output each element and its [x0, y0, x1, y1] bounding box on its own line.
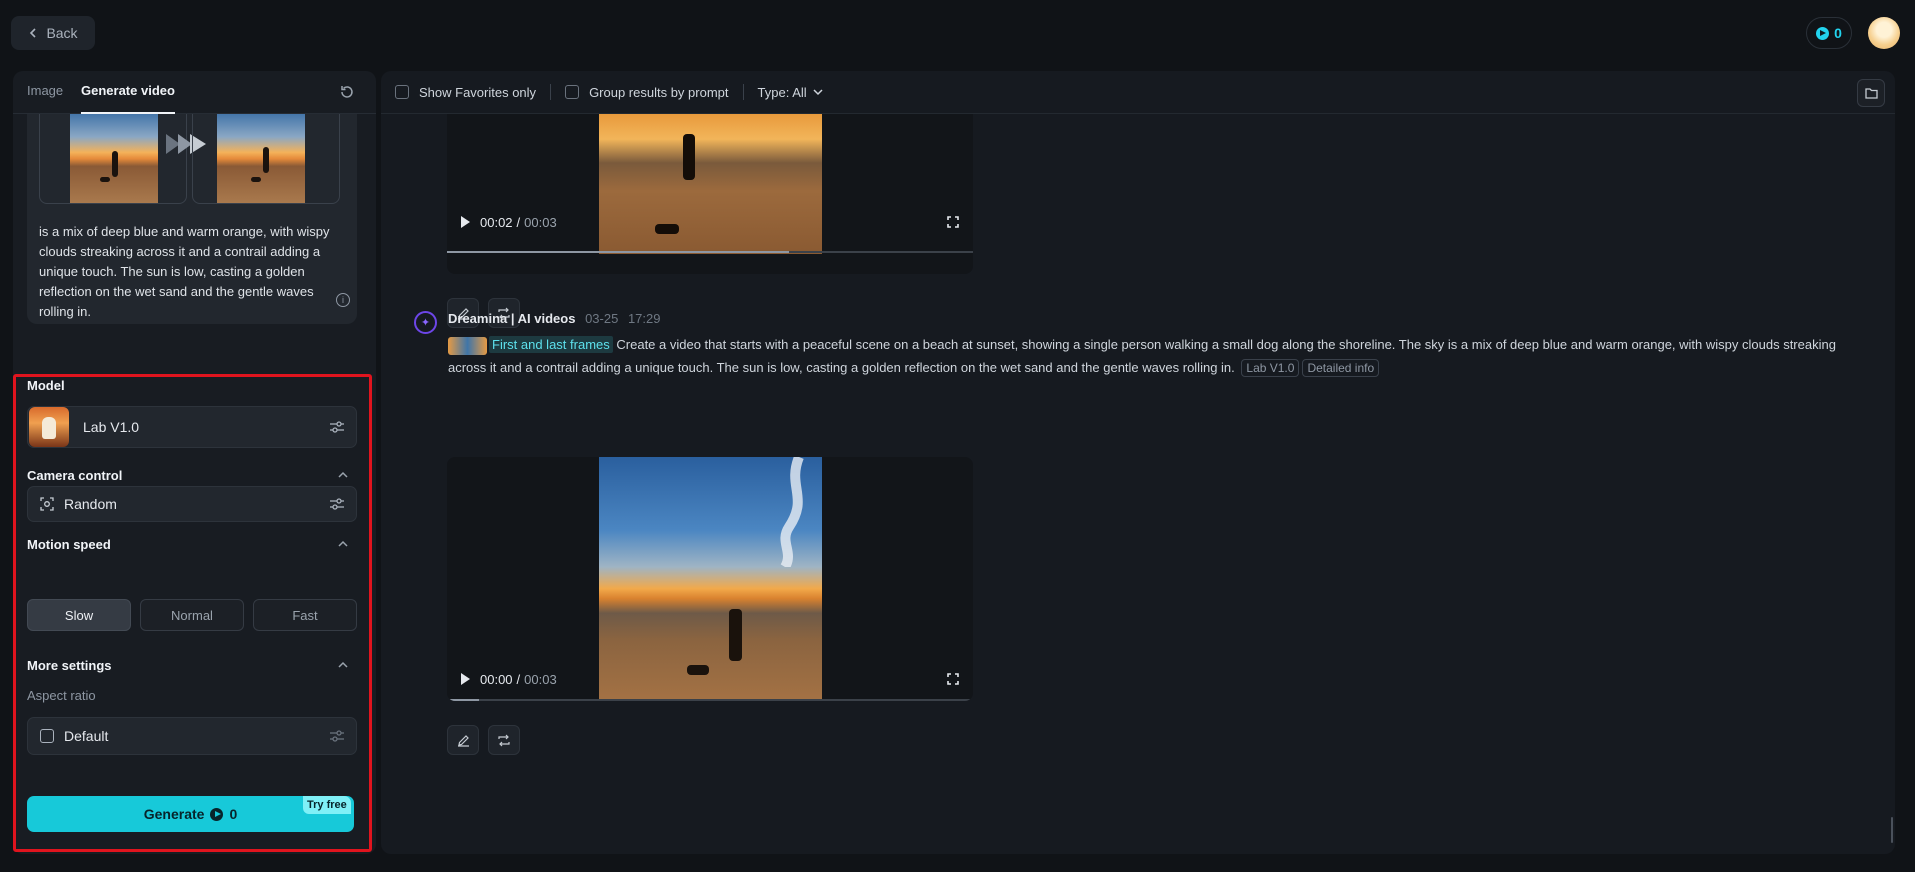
- first-frame-image: [70, 114, 158, 203]
- model-label: Model: [27, 378, 65, 393]
- motion-speed-label: Motion speed: [27, 537, 111, 552]
- camera-control-value: Random: [64, 496, 117, 512]
- detailed-info-link[interactable]: Detailed info: [1302, 359, 1380, 377]
- folder-button[interactable]: [1857, 79, 1885, 107]
- generation-prompt: First and last frames Create a video tha…: [448, 333, 1863, 379]
- generation-time: 17:29: [627, 311, 661, 326]
- speed-normal-button[interactable]: Normal: [140, 599, 244, 631]
- video-current-time: 00:02: [480, 214, 513, 230]
- video-player[interactable]: 00:02 / 00:03: [447, 114, 973, 274]
- last-frame-slot[interactable]: [192, 114, 340, 204]
- generate-label: Generate: [143, 806, 205, 822]
- credit-coin-icon: [210, 807, 224, 821]
- cloud-shape: [780, 457, 804, 567]
- mode-tabs: Image Generate video: [13, 71, 376, 114]
- tab-generate-video[interactable]: Generate video: [81, 83, 175, 98]
- model-select[interactable]: Lab V1.0: [27, 406, 357, 448]
- group-filter[interactable]: Group results by prompt: [565, 84, 729, 100]
- model-tag: Lab V1.0: [1241, 359, 1300, 377]
- video-total-time: 00:03: [524, 214, 557, 230]
- dreamina-logo-icon: [414, 311, 437, 334]
- generation-author: Dreamina | AI videos: [448, 311, 576, 326]
- credits-badge[interactable]: 0: [1806, 17, 1852, 49]
- model-value: Lab V1.0: [83, 419, 140, 435]
- aspect-ratio-value: Default: [64, 728, 109, 744]
- settings-sliders-icon[interactable]: [330, 498, 344, 510]
- chevron-up-icon[interactable]: [337, 661, 349, 669]
- credits-count: 0: [1834, 25, 1842, 41]
- more-settings-label: More settings: [27, 658, 112, 673]
- fullscreen-icon[interactable]: [947, 673, 959, 685]
- chevron-down-icon: [813, 88, 823, 95]
- reset-icon[interactable]: [338, 83, 356, 101]
- folder-icon: [1864, 87, 1878, 99]
- credit-coin-icon: [1816, 26, 1830, 40]
- group-checkbox[interactable]: [565, 85, 580, 99]
- video-controls: 00:00 / 00:03: [447, 661, 973, 697]
- chevron-left-icon: [30, 28, 37, 38]
- divider: [742, 84, 744, 100]
- frames-thumbnail: [448, 336, 487, 355]
- video-current-time: 00:00: [480, 671, 513, 687]
- video-player[interactable]: 00:00 / 00:03: [447, 457, 973, 701]
- type-label: Type: All: [757, 84, 807, 100]
- info-icon[interactable]: i: [336, 293, 350, 307]
- video-progress-fill: [447, 699, 479, 701]
- speed-fast-button[interactable]: Fast: [253, 599, 357, 631]
- fullscreen-icon[interactable]: [947, 216, 959, 228]
- prompt-card[interactable]: is a mix of deep blue and warm orange, w…: [27, 114, 357, 324]
- type-filter[interactable]: Type: All: [758, 85, 823, 100]
- chevron-up-icon[interactable]: [337, 471, 349, 479]
- play-icon[interactable]: [461, 673, 470, 685]
- try-free-badge: Try free: [303, 796, 351, 814]
- generation-header: Dreamina | AI videos 03-25 17:29: [448, 311, 660, 326]
- settings-sliders-icon[interactable]: [330, 421, 344, 433]
- divider: [550, 84, 552, 100]
- prompt-text[interactable]: is a mix of deep blue and warm orange, w…: [39, 222, 345, 322]
- repeat-icon: [498, 734, 510, 746]
- chevron-up-icon[interactable]: [337, 540, 349, 548]
- first-frame-slot[interactable]: [39, 114, 187, 204]
- favorites-label: Show Favorites only: [419, 84, 537, 100]
- generation-date: 03-25: [585, 311, 619, 326]
- tab-image[interactable]: Image: [27, 83, 63, 98]
- aspect-ratio-select[interactable]: Default: [27, 717, 357, 755]
- video-progress-bar[interactable]: [447, 251, 973, 253]
- scrollbar[interactable]: [1891, 817, 1893, 843]
- model-thumbnail: [29, 407, 69, 447]
- video-progress-bar[interactable]: [447, 699, 973, 701]
- top-bar: Back 0: [0, 0, 1915, 64]
- back-label: Back: [46, 25, 78, 41]
- frames-preview: [39, 114, 340, 204]
- person-figure: [729, 609, 742, 661]
- settings-sliders-icon[interactable]: [330, 730, 344, 742]
- frames-tag: First and last frames: [489, 336, 613, 353]
- generate-cost: 0: [229, 806, 238, 822]
- camera-control-select[interactable]: Random: [27, 486, 357, 522]
- video-total-time: 00:03: [524, 671, 557, 687]
- person-figure: [683, 134, 695, 180]
- last-frame-image: [217, 114, 305, 203]
- favorites-filter[interactable]: Show Favorites only: [395, 85, 536, 100]
- video-progress-fill: [447, 251, 789, 253]
- back-button[interactable]: Back: [11, 16, 95, 50]
- video-controls: 00:02 / 00:03: [447, 204, 973, 240]
- regenerate-button[interactable]: [488, 725, 520, 755]
- group-label: Group results by prompt: [589, 84, 729, 100]
- edit-button[interactable]: [447, 725, 479, 755]
- aspect-ratio-icon: [40, 729, 54, 743]
- play-icon[interactable]: [461, 216, 470, 228]
- avatar[interactable]: [1868, 17, 1900, 49]
- generation-settings-panel: Image Generate video is a mix of deep bl…: [13, 71, 376, 854]
- prompt-text[interactable]: Create a video that starts with a peacef…: [448, 337, 1836, 375]
- pencil-icon: [457, 734, 469, 747]
- filter-bar: Show Favorites only Group results by pro…: [381, 71, 1895, 114]
- favorites-checkbox[interactable]: [395, 85, 409, 99]
- camera-control-label: Camera control: [27, 468, 123, 483]
- speed-slow-button[interactable]: Slow: [27, 599, 131, 631]
- camera-focus-icon: [40, 497, 54, 511]
- results-panel: Show Favorites only Group results by pro…: [381, 71, 1895, 854]
- aspect-ratio-label: Aspect ratio: [27, 688, 96, 703]
